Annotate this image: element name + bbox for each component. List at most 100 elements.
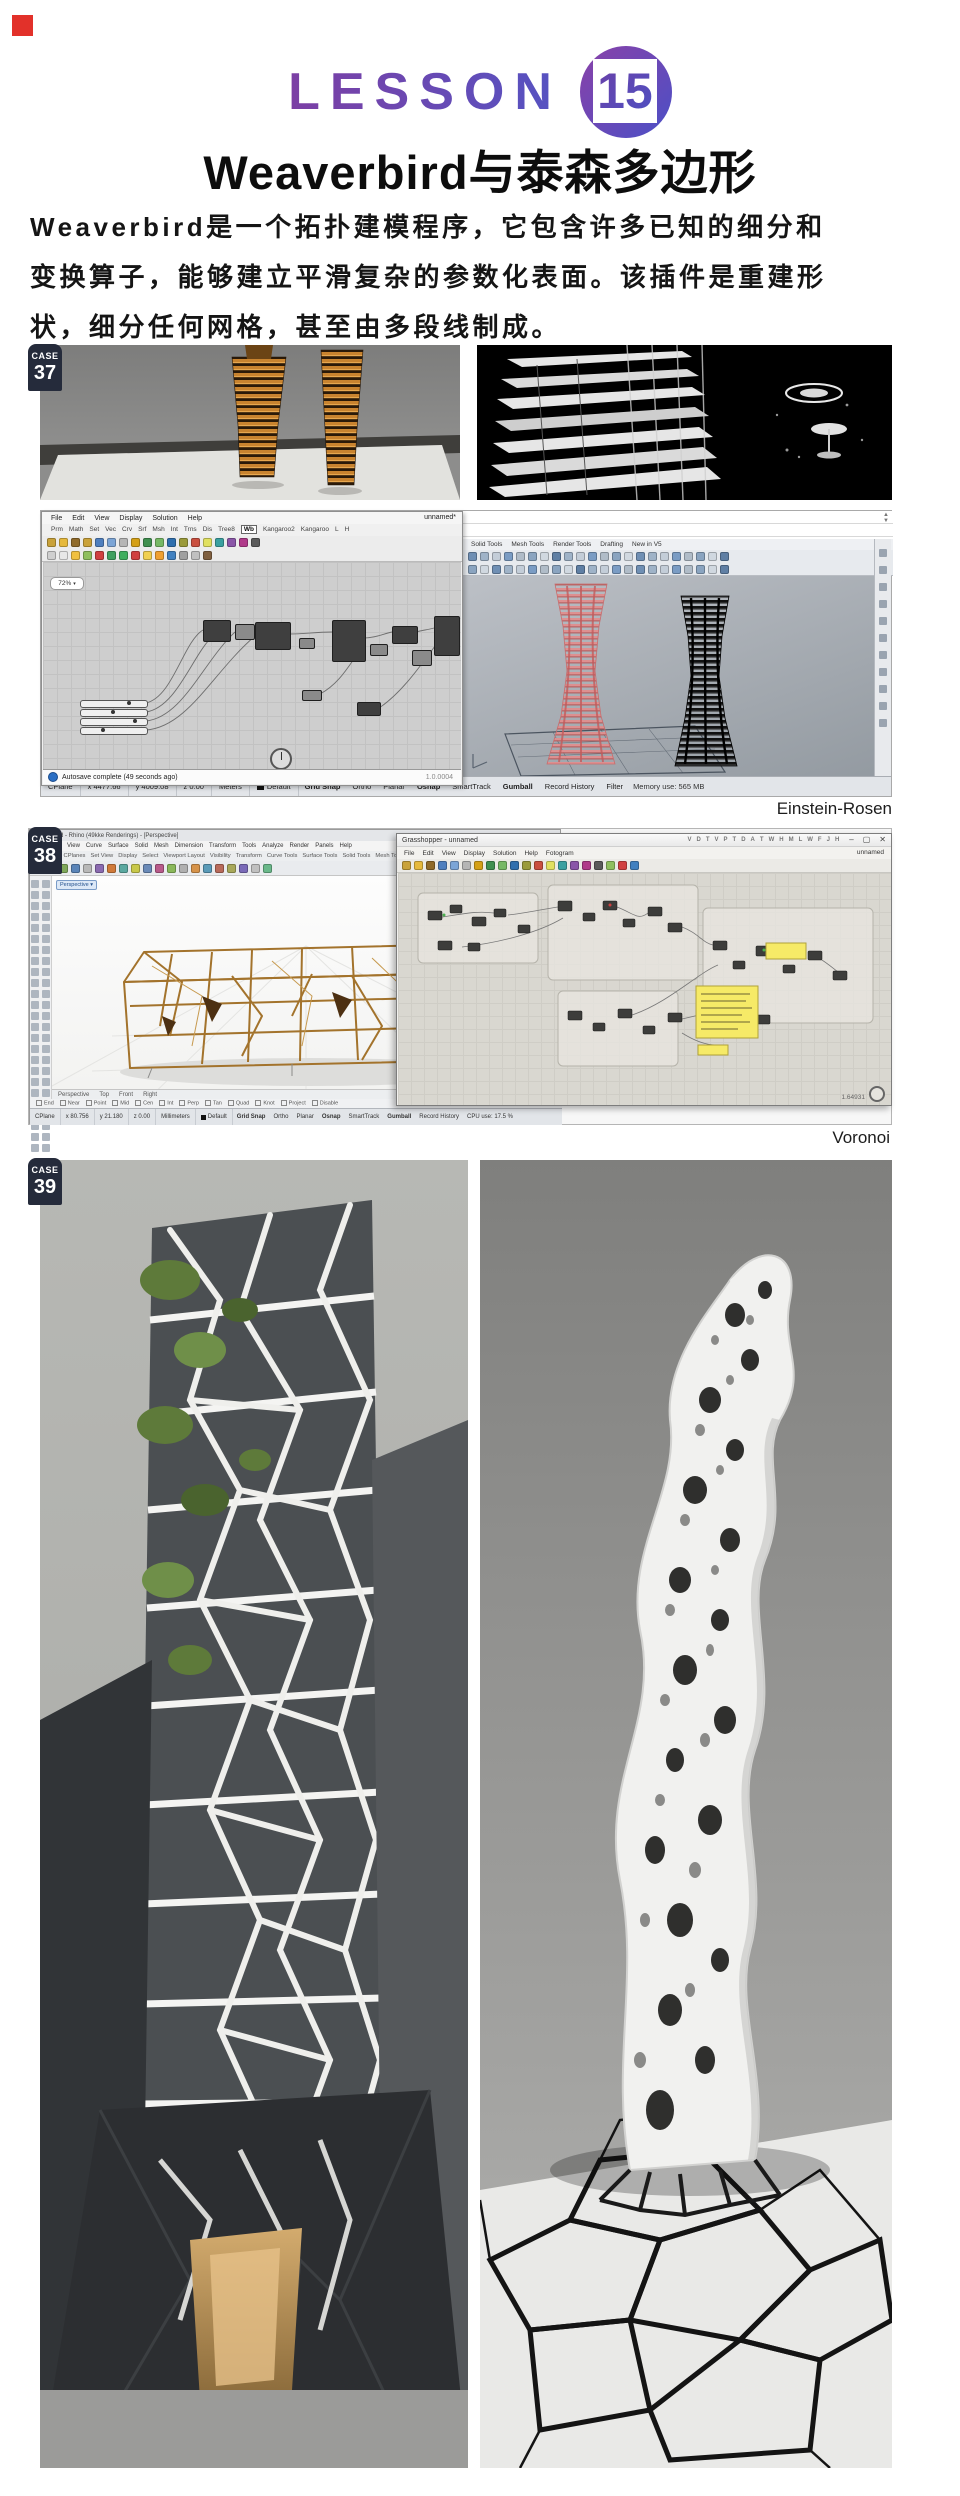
osnap-checkbox[interactable]: Disable	[312, 1100, 338, 1106]
rhino-tool-icon[interactable]	[636, 552, 645, 561]
component-icon[interactable]	[131, 538, 140, 547]
rhino-tool-icon[interactable]	[612, 552, 621, 561]
menu-item[interactable]: Transform	[209, 843, 236, 849]
quick-icon[interactable]: F	[818, 837, 822, 843]
menu-item[interactable]: Fotogram	[546, 850, 574, 857]
quick-icon[interactable]: T	[706, 837, 710, 843]
rhino-tool-icon[interactable]	[83, 864, 92, 873]
component-icon[interactable]	[251, 538, 260, 547]
component-tab[interactable]: Kangaroo2	[263, 526, 295, 533]
rhino-tool-icon[interactable]	[576, 552, 585, 561]
component-icon[interactable]	[71, 551, 80, 560]
component-icon[interactable]	[594, 861, 603, 870]
component-icon[interactable]	[462, 861, 471, 870]
component-tab[interactable]: Math	[69, 526, 83, 533]
quick-icon[interactable]: D	[696, 837, 700, 843]
component-icon[interactable]	[498, 861, 507, 870]
quick-icon[interactable]: H	[779, 837, 783, 843]
status-toggle[interactable]: SmartTrack	[345, 1114, 384, 1120]
component-tab[interactable]: Trns	[184, 526, 197, 533]
component-icon[interactable]	[486, 861, 495, 870]
rhino-tool-icon[interactable]	[720, 552, 729, 561]
gh-component[interactable]	[302, 690, 322, 701]
component-icon[interactable]	[47, 538, 56, 547]
rhino-tool-icon[interactable]	[660, 552, 669, 561]
rhino-tool-icon[interactable]	[492, 565, 501, 574]
component-icon[interactable]	[227, 538, 236, 547]
gh-number-slider[interactable]	[80, 709, 148, 717]
menu-item[interactable]: Solution	[493, 850, 517, 857]
minimize-icon[interactable]: –	[849, 836, 853, 844]
component-icon[interactable]	[203, 551, 212, 560]
quick-icon[interactable]: T	[760, 837, 764, 843]
component-icon[interactable]	[119, 551, 128, 560]
component-icon[interactable]	[155, 551, 164, 560]
component-icon[interactable]	[606, 861, 615, 870]
quick-icon[interactable]: A	[751, 837, 755, 843]
menu-item[interactable]: Mesh	[154, 843, 169, 849]
rhino-toolbar-tab[interactable]: Mesh Tools	[511, 541, 544, 548]
status-toggle[interactable]: Gumball	[497, 782, 539, 791]
quick-icon[interactable]: L	[799, 837, 803, 843]
component-tab[interactable]: Prm	[51, 526, 63, 533]
rhino-toolbar-tab[interactable]: Solid Tools	[342, 853, 370, 859]
status-toggle[interactable]: Gumball	[383, 1114, 415, 1120]
rhino-tool-icon[interactable]	[708, 565, 717, 574]
component-icon[interactable]	[47, 551, 56, 560]
viewport-tab[interactable]: Top	[99, 1092, 109, 1098]
rhino-tool-icon[interactable]	[648, 565, 657, 574]
component-icon[interactable]	[203, 538, 212, 547]
menu-item[interactable]: Surface	[108, 843, 129, 849]
rhino-tool-icon[interactable]	[239, 864, 248, 873]
rhino-tool-icon[interactable]	[624, 565, 633, 574]
menu-item[interactable]: Help	[524, 850, 537, 857]
component-icon[interactable]	[474, 861, 483, 870]
rhino-tool-icon[interactable]	[600, 552, 609, 561]
viewport-tab[interactable]: Perspective	[58, 1092, 89, 1098]
gh-number-slider[interactable]	[80, 700, 148, 708]
component-tab[interactable]: Crv	[122, 526, 132, 533]
menu-item[interactable]: Help	[188, 515, 202, 522]
rhino-tool-icon[interactable]	[600, 565, 609, 574]
rhino-tool-icon[interactable]	[143, 864, 152, 873]
component-icon[interactable]	[167, 551, 176, 560]
rhino-tool-icon[interactable]	[552, 552, 561, 561]
rhino-toolbar-tab[interactable]: Curve Tools	[267, 853, 298, 859]
rhino-tool-icon[interactable]	[191, 864, 200, 873]
component-icon[interactable]	[131, 551, 140, 560]
gh-component[interactable]	[370, 644, 388, 656]
rhino-tool-icon[interactable]	[215, 864, 224, 873]
side-tool-icon[interactable]	[879, 719, 887, 727]
gh-component[interactable]	[299, 638, 315, 649]
command-spinner-icon[interactable]: ▲▼	[883, 512, 889, 524]
rhino-tool-icon[interactable]	[480, 565, 489, 574]
side-tool-icon[interactable]	[879, 566, 887, 574]
rhino-tool-icon[interactable]	[696, 552, 705, 561]
grasshopper-canvas[interactable]: 72%▾	[43, 562, 461, 772]
rhino-tool-icon[interactable]	[636, 565, 645, 574]
rhino-tool-icon[interactable]	[684, 552, 693, 561]
rhino-tool-icon[interactable]	[684, 565, 693, 574]
status-toggle[interactable]: Filter	[600, 782, 629, 791]
quick-icon[interactable]: D	[741, 837, 745, 843]
grasshopper-canvas[interactable]: 1.64931	[398, 873, 891, 1105]
status-units[interactable]: Millimeters	[156, 1109, 196, 1125]
quick-icon[interactable]: T	[733, 837, 737, 843]
rhino-tool-icon[interactable]	[528, 565, 537, 574]
gh-component[interactable]	[392, 626, 418, 644]
component-icon[interactable]	[630, 861, 639, 870]
rhino-tool-icon[interactable]	[696, 565, 705, 574]
rhino-tool-icon[interactable]	[516, 565, 525, 574]
status-toggle[interactable]: Grid Snap	[233, 1114, 270, 1120]
side-tool-icon[interactable]	[879, 668, 887, 676]
osnap-checkbox[interactable]: Project	[281, 1100, 306, 1106]
component-icon[interactable]	[83, 551, 92, 560]
component-icon[interactable]	[107, 538, 116, 547]
component-icon[interactable]	[570, 861, 579, 870]
quick-icon[interactable]: W	[769, 837, 775, 843]
component-icon[interactable]	[402, 861, 411, 870]
component-icon[interactable]	[414, 861, 423, 870]
menu-item[interactable]: Dimension	[175, 843, 203, 849]
rhino-tool-icon[interactable]	[624, 552, 633, 561]
rhino-tool-icon[interactable]	[648, 552, 657, 561]
